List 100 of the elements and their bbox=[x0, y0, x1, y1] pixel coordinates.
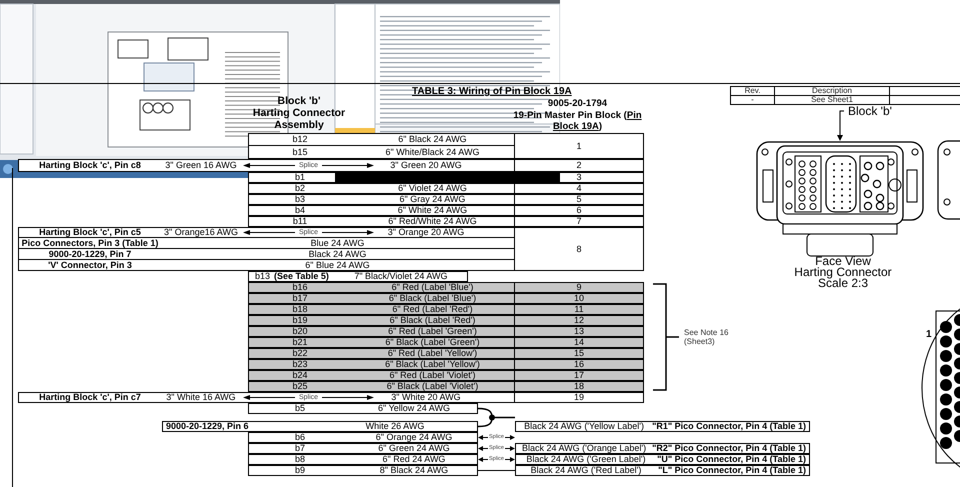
pin-label: b21 bbox=[292, 338, 308, 347]
pin-block-name: 19-Pin Master Pin Block (Pin Block 19A) bbox=[512, 110, 643, 132]
arrow bbox=[322, 230, 374, 235]
pin-label: b9 bbox=[294, 466, 306, 475]
pin-label: b2 bbox=[294, 184, 305, 193]
pin-label: b19 bbox=[292, 316, 308, 325]
arrow bbox=[505, 435, 516, 440]
wire-text: 6" Black (Label 'Green') bbox=[384, 338, 481, 347]
wire-text: 3" Green 16 AWG bbox=[164, 161, 238, 170]
connection-label: 9000-20-1229, Pin 6 bbox=[165, 422, 250, 431]
wire-text: 6" Black (Label 'Red') bbox=[388, 316, 476, 325]
pin-number-label: 1 bbox=[926, 328, 932, 342]
wire-text: 7" Black/Violet 24 AWG bbox=[353, 272, 449, 281]
pin-label: b16 bbox=[292, 283, 308, 292]
note-text: See Note 16 bbox=[684, 328, 728, 337]
caption-text: Scale 2:3 bbox=[818, 278, 868, 289]
wire-text: 6" Red (Label 'Green') bbox=[387, 327, 478, 336]
wire-text: 3" Orange16 AWG bbox=[163, 228, 239, 237]
pin-number-cell: 6 bbox=[514, 205, 644, 216]
pin-number-cell: 11 bbox=[514, 304, 644, 315]
connection-label: 9000-20-1229, Pin 7 bbox=[48, 250, 132, 258]
connector-label: "U" Pico Connector, Pin 4 (Table 1) bbox=[656, 455, 807, 464]
pin-number-cell: 7 bbox=[514, 216, 644, 227]
wire-text: 6" White/Black 24 AWG bbox=[384, 148, 480, 156]
wire-text: 6" Red (Label 'Red') bbox=[391, 305, 474, 314]
wire-text: Black 24 AWG ('Green Label') bbox=[525, 455, 647, 464]
pin-number-cell: 16 bbox=[514, 359, 644, 370]
table-cell: - bbox=[730, 96, 775, 104]
wire-text: 6" Red (Label 'Yellow') bbox=[386, 349, 478, 358]
wire-text: 6" Black (Label 'Blue') bbox=[388, 294, 478, 303]
pin-label: b11 bbox=[292, 217, 308, 226]
wire-text: 6" Gray 24 AWG bbox=[398, 195, 466, 204]
pin-number-cell: 5 bbox=[514, 194, 644, 205]
caption-text: Harting Connector bbox=[794, 267, 892, 278]
table-note: (See Table 5) bbox=[274, 272, 329, 281]
pin-label: b15 bbox=[292, 148, 308, 156]
wire-text: 6" Black 24 AWG bbox=[397, 135, 468, 144]
table-cell: See Sheet1 bbox=[775, 96, 890, 104]
pin-number-cell: 14 bbox=[514, 337, 644, 348]
pin-label: b1 bbox=[294, 173, 305, 182]
pin-label: b12 bbox=[292, 135, 308, 144]
pin-label: b24 bbox=[292, 371, 308, 380]
pin-label: b8 bbox=[294, 455, 306, 464]
wire-text: Black 24 AWG ('Yellow Label') bbox=[523, 422, 645, 431]
wire-text: 6" Blue 24 AWG bbox=[304, 260, 371, 270]
wire-text: Black 24 AWG ('Red Label') bbox=[530, 466, 642, 475]
pin-label: b17 bbox=[292, 294, 308, 303]
wire-text: 6" Black (Label 'Violet') bbox=[386, 382, 480, 391]
arrow bbox=[243, 163, 295, 168]
wire-text: Black 24 AWG ('Orange Label') bbox=[520, 444, 648, 453]
wire-text: Black 24 AWG bbox=[308, 250, 368, 258]
wire-text: 6" Orange 24 AWG bbox=[374, 433, 454, 442]
wire-text: 8" Black 24 AWG bbox=[378, 466, 450, 475]
pin-number-cell: 1 bbox=[514, 133, 644, 159]
pin-number-cell: 9 bbox=[514, 282, 644, 293]
arrow bbox=[322, 395, 374, 400]
pin-number-cell: 18 bbox=[514, 381, 644, 392]
pin-label: b4 bbox=[294, 206, 305, 215]
table-title: TABLE 3: Wiring of Pin Block 19A bbox=[412, 87, 573, 96]
pin-label: b22 bbox=[292, 349, 308, 358]
caption-text: Face View bbox=[815, 256, 871, 267]
connector-label: "L" Pico Connector, Pin 4 (Table 1) bbox=[657, 466, 807, 475]
pin-number-cell: 19 bbox=[514, 392, 644, 403]
pin-label: b7 bbox=[294, 444, 306, 453]
wire-text: 6" Black (Label 'Yellow') bbox=[384, 360, 481, 369]
connection-label: Harting Block 'c', Pin c8 bbox=[38, 161, 142, 170]
pin-label: b3 bbox=[294, 195, 305, 204]
table-header-cell: Description bbox=[775, 87, 890, 95]
pin-number-cell: 15 bbox=[514, 348, 644, 359]
part-number: 9005-20-1794 bbox=[548, 98, 608, 110]
pin-label: b25 bbox=[292, 382, 308, 391]
wire-text: Blue 24 AWG bbox=[310, 238, 366, 248]
assembly-heading: Block 'b' Harting Connector Assembly bbox=[252, 94, 346, 133]
wire-text: 6" Red/White 24 AWG bbox=[387, 217, 478, 226]
wire-text: 6" Green 24 AWG bbox=[377, 444, 451, 453]
pin-number-cell: 13 bbox=[514, 326, 644, 337]
wire-text: 3" White 16 AWG bbox=[165, 393, 237, 402]
connection-label: Harting Block 'c', Pin c5 bbox=[38, 228, 142, 237]
pin-label: b20 bbox=[292, 327, 308, 336]
pin-label: b18 bbox=[292, 305, 308, 314]
wire-text: 6" White 24 AWG bbox=[396, 206, 468, 215]
pin-number-cell: 4 bbox=[514, 183, 644, 194]
connector-label: "R1" Pico Connector, Pin 4 (Table 1) bbox=[652, 422, 807, 431]
connection-label: Pico Connectors, Pin 3 (Table 1) bbox=[20, 238, 160, 248]
wire-text: 6" Violet 24 AWG bbox=[397, 184, 468, 193]
wire-text: 6" Red (Label 'Violet') bbox=[388, 371, 476, 380]
wire-text: 6" Yellow 24 AWG bbox=[377, 404, 451, 413]
pin-label: b5 bbox=[294, 404, 306, 413]
wire-text: White 26 AWG bbox=[364, 422, 426, 431]
pin-label: b23 bbox=[292, 360, 308, 369]
connector-label: "R2" Pico Connector, Pin 4 (Table 1) bbox=[652, 444, 807, 453]
pin-label: b6 bbox=[294, 433, 306, 442]
note-text: (Sheet3) bbox=[684, 337, 716, 346]
pin-label: b13 bbox=[255, 272, 270, 281]
pin-number-cell: 17 bbox=[514, 370, 644, 381]
wire-text: 6" Red 24 AWG bbox=[382, 455, 446, 464]
wire-text: 3" Orange 20 AWG bbox=[386, 228, 466, 237]
callout-label: Block 'b' bbox=[848, 105, 892, 117]
connection-label: Harting Block 'c', Pin c7 bbox=[38, 393, 142, 402]
pin-number-cell: 12 bbox=[514, 315, 644, 326]
